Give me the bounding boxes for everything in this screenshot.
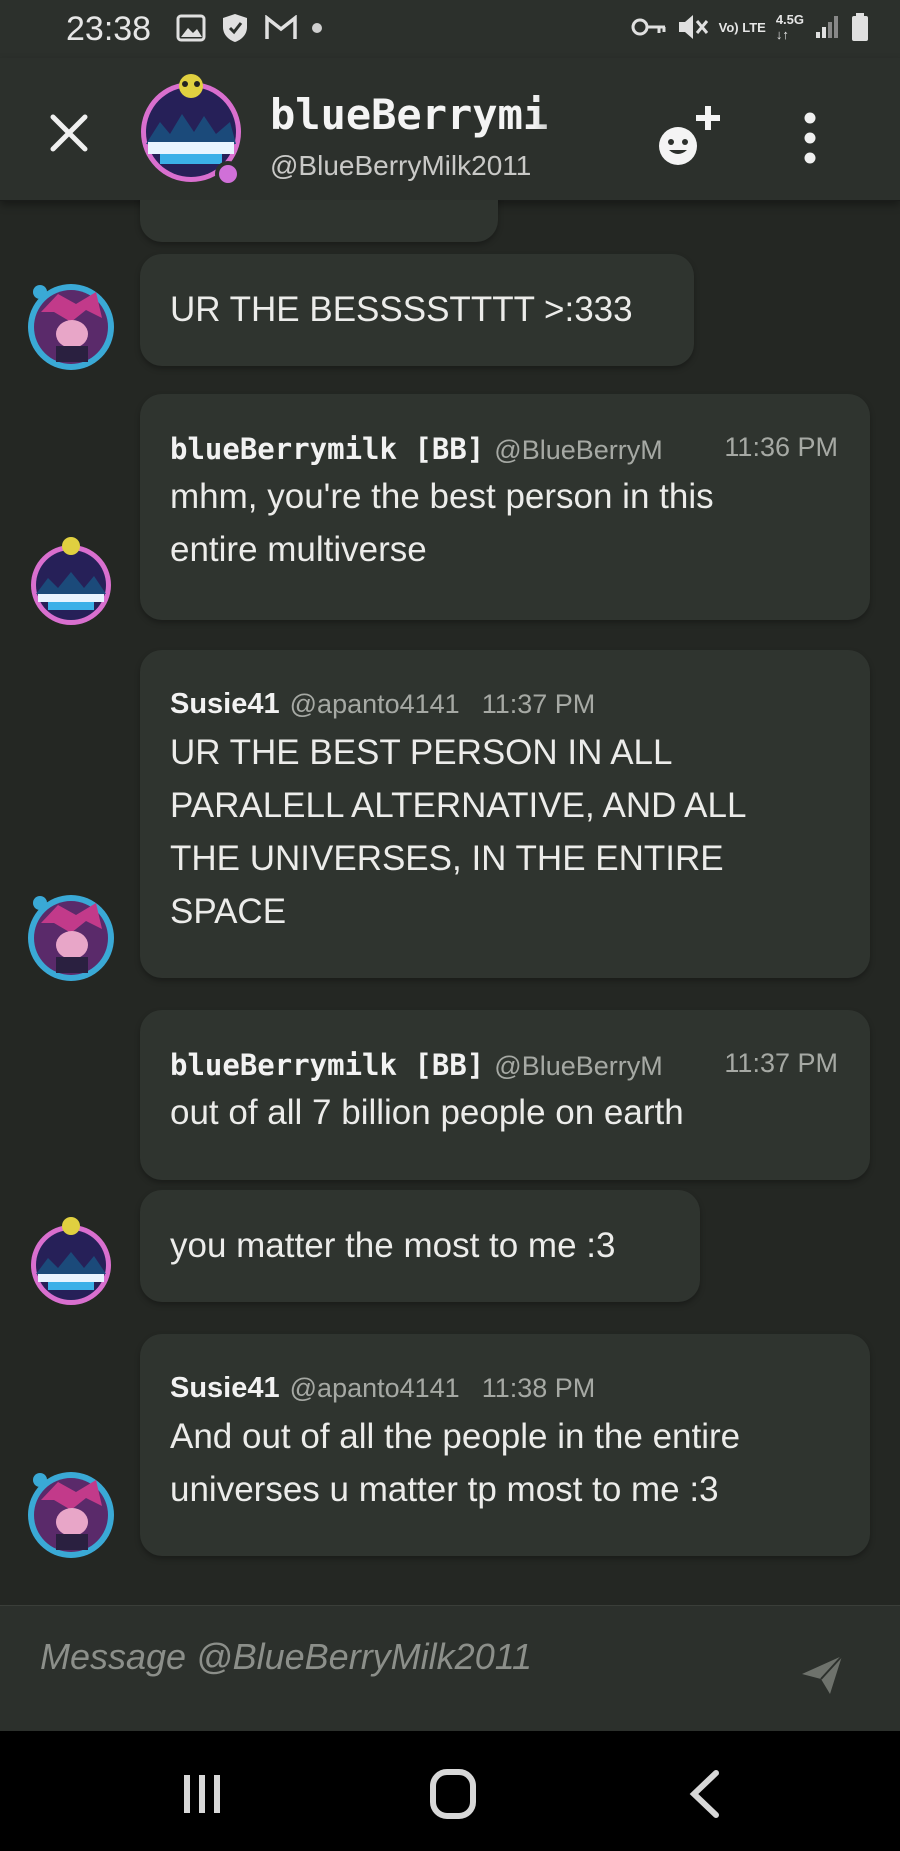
- header-handle: @BlueBerryMilk2011: [270, 150, 532, 181]
- message-meta: Susie41 @apanto4141 11:37 PM: [170, 688, 595, 721]
- message-handle: @BlueBerryM: [494, 435, 663, 465]
- susie-avatar[interactable]: [26, 282, 116, 372]
- header-display-name: blueBerrymi: [270, 90, 549, 139]
- volte-badge: Vo) LTE: [718, 19, 766, 35]
- add-friend-emoji-icon[interactable]: [656, 102, 722, 168]
- status-bar: 23:38 Vo) LTE 4.5G ↓↑: [0, 0, 900, 58]
- message-text: UR THE BEST PERSON IN ALL PARALELL ALTER…: [170, 733, 747, 931]
- send-icon[interactable]: [800, 1652, 844, 1696]
- message-bubble[interactable]: you matter the most to me :3: [140, 1190, 700, 1302]
- susie-avatar[interactable]: [26, 1470, 116, 1560]
- message-meta: Susie41 @apanto4141 11:38 PM: [170, 1372, 595, 1405]
- shield-icon: [223, 14, 247, 42]
- signal-icon: [816, 16, 838, 38]
- message-text: mhm, you're the best person in this enti…: [170, 477, 714, 569]
- message-bubble[interactable]: blueBerrymilk [BB] @BlueBerryM 11:37 PM o…: [140, 1010, 870, 1180]
- blueberry-avatar[interactable]: [26, 1216, 116, 1306]
- message-text: out of all 7 billion people on earth: [170, 1093, 684, 1132]
- system-icons: Vo) LTE 4.5G ↓↑: [631, 12, 870, 42]
- vpn-key-icon: [631, 18, 666, 36]
- more-notifications-dot: [312, 23, 322, 33]
- header-avatar[interactable]: [138, 72, 244, 188]
- message-list[interactable]: UR THE BESSSSTTTT >:333 blueBerrymilk [B…: [0, 200, 900, 1605]
- message-bubble[interactable]: Susie41 @apanto4141 11:37 PM UR THE BEST P…: [140, 650, 870, 978]
- home-icon[interactable]: [423, 1767, 483, 1821]
- recent-apps-icon[interactable]: [172, 1767, 232, 1821]
- dm-header: blueBerrymi @BlueBerryMilk2011: [0, 58, 900, 201]
- message-composer: Message @BlueBerryMilk2011: [0, 1605, 900, 1732]
- online-status-dot: [215, 161, 241, 187]
- message-bubble[interactable]: blueBerrymilk [BB] @BlueBerryM 11:36 PM m…: [140, 394, 870, 620]
- message-time: 11:37 PM: [716, 1048, 838, 1079]
- partial-message-bubble[interactable]: [140, 200, 498, 242]
- status-time: 23:38: [66, 10, 152, 48]
- back-icon[interactable]: [676, 1767, 736, 1821]
- network-type: 4.5G ↓↑: [775, 12, 804, 42]
- mute-icon: [678, 15, 708, 39]
- message-author[interactable]: Susie41: [170, 688, 280, 720]
- more-options-icon[interactable]: [790, 110, 830, 166]
- message-handle: @BlueBerryM: [494, 1051, 663, 1081]
- message-time: 11:38 PM: [481, 1373, 596, 1403]
- message-author[interactable]: Susie41: [170, 1372, 280, 1404]
- message-meta: blueBerrymilk [BB] @BlueBerryM: [170, 432, 663, 466]
- message-text: UR THE BESSSSTTTT >:333: [170, 290, 633, 329]
- close-icon[interactable]: [44, 108, 94, 158]
- message-handle: @apanto4141: [289, 1373, 460, 1403]
- battery-icon: [852, 13, 868, 41]
- message-author[interactable]: blueBerrymilk [BB]: [170, 1048, 484, 1082]
- message-handle: @apanto4141: [289, 689, 460, 719]
- message-bubble[interactable]: UR THE BESSSSTTTT >:333: [140, 254, 694, 366]
- susie-avatar[interactable]: [26, 893, 116, 983]
- message-time: 11:36 PM: [716, 432, 838, 463]
- blueberry-avatar[interactable]: [26, 536, 116, 626]
- notification-icons: [176, 12, 322, 44]
- message-time: 11:37 PM: [481, 689, 596, 719]
- message-meta: blueBerrymilk [BB] @BlueBerryM: [170, 1048, 663, 1082]
- system-nav-bar: [0, 1731, 900, 1851]
- gallery-icon: [176, 14, 206, 42]
- message-author[interactable]: blueBerrymilk [BB]: [170, 432, 484, 466]
- message-bubble[interactable]: Susie41 @apanto4141 11:38 PM And out of al…: [140, 1334, 870, 1556]
- message-input[interactable]: Message @BlueBerryMilk2011: [40, 1636, 532, 1678]
- message-text: you matter the most to me :3: [170, 1226, 616, 1265]
- gmail-icon: [265, 15, 297, 39]
- message-text: And out of all the people in the entire …: [170, 1417, 741, 1509]
